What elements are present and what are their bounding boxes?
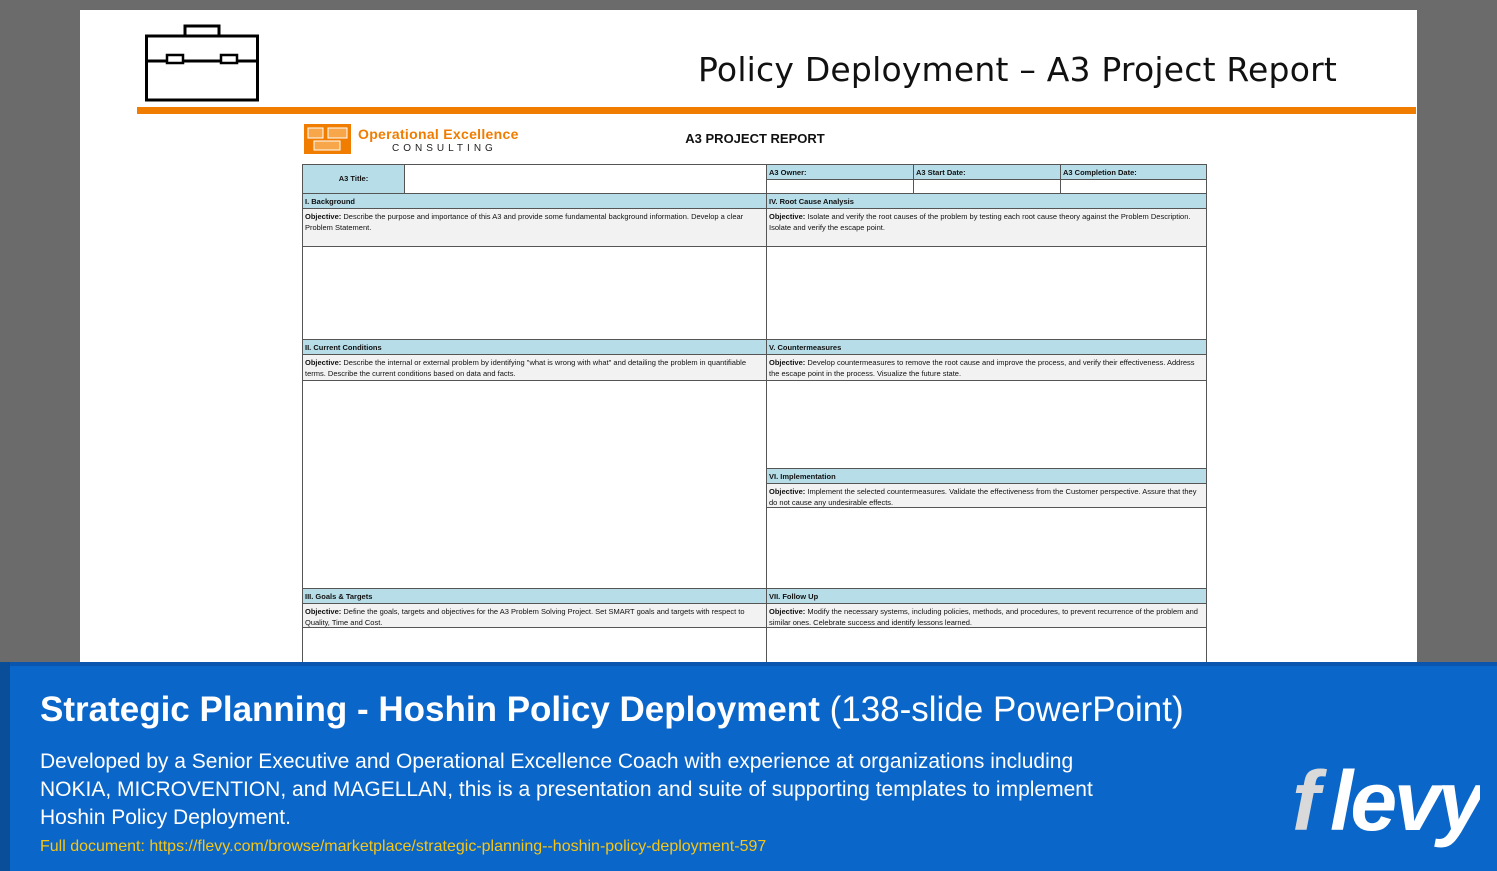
product-title-main: Strategic Planning - Hoshin Policy Deplo… [40, 690, 820, 729]
slide: Policy Deployment – A3 Project Report Op… [80, 10, 1417, 665]
objective-text: Describe the purpose and importance of t… [305, 212, 744, 232]
objective-label: Objective: [769, 487, 806, 496]
a3-completion-date-field[interactable] [1060, 179, 1207, 194]
slide-title: Policy Deployment – A3 Project Report [698, 50, 1337, 89]
section-countermeasures-objective: Objective: Develop countermeasures to re… [766, 354, 1207, 381]
logo-mark [304, 124, 351, 154]
section-implementation-body[interactable] [766, 507, 1207, 589]
section-implementation-header: VI. Implementation [766, 468, 1207, 484]
a3-owner-field[interactable] [766, 179, 914, 194]
objective-label: Objective: [305, 212, 342, 221]
objective-text: Isolate and verify the root causes of th… [769, 212, 1191, 232]
full-document-link[interactable]: Full document: https://flevy.com/browse/… [40, 838, 766, 856]
logo-text-secondary: CONSULTING [392, 143, 497, 154]
section-root-cause-body[interactable] [766, 246, 1207, 340]
section-current-header: II. Current Conditions [302, 339, 767, 355]
section-countermeasures-body[interactable] [766, 380, 1207, 469]
section-background-objective: Objective: Describe the purpose and impo… [302, 208, 767, 247]
section-root-cause-header: IV. Root Cause Analysis [766, 193, 1207, 209]
report-heading: A3 PROJECT REPORT [685, 131, 825, 146]
section-goals-header: III. Goals & Targets [302, 588, 767, 604]
section-root-cause-objective: Objective: Isolate and verify the root c… [766, 208, 1207, 247]
section-background-body[interactable] [302, 246, 767, 340]
a3-completion-date-label: A3 Completion Date: [1060, 164, 1207, 180]
logo-text-primary: Operational Excellence [358, 126, 519, 142]
a3-start-date-label: A3 Start Date: [913, 164, 1061, 180]
briefcase-icon [145, 24, 259, 102]
section-countermeasures-header: V. Countermeasures [766, 339, 1207, 355]
section-implementation-objective: Objective: Implement the selected counte… [766, 483, 1207, 508]
section-goals-objective: Objective: Define the goals, targets and… [302, 603, 767, 628]
objective-text: Modify the necessary systems, including … [769, 607, 1198, 627]
objective-label: Objective: [305, 358, 342, 367]
a3-title-field[interactable] [404, 164, 767, 194]
section-follow-up-objective: Objective: Modify the necessary systems,… [766, 603, 1207, 628]
objective-text: Define the goals, targets and objectives… [305, 607, 745, 627]
section-background-header: I. Background [302, 193, 767, 209]
company-logo: Operational Excellence CONSULTING [304, 124, 554, 158]
banner-top-border [0, 662, 1497, 666]
product-description: Developed by a Senior Executive and Oper… [40, 750, 1093, 829]
product-title: Strategic Planning - Hoshin Policy Deplo… [40, 690, 1184, 730]
svg-text:f: f [1292, 754, 1327, 848]
objective-label: Objective: [305, 607, 342, 616]
a3-start-date-field[interactable] [913, 179, 1061, 194]
objective-label: Objective: [769, 607, 806, 616]
product-banner: Strategic Planning - Hoshin Policy Deplo… [0, 662, 1497, 871]
title-divider [137, 107, 1416, 114]
objective-text: Describe the internal or external proble… [305, 358, 746, 378]
a3-owner-label: A3 Owner: [766, 164, 914, 180]
objective-label: Objective: [769, 358, 806, 367]
product-title-format: (138-slide PowerPoint) [829, 690, 1184, 729]
section-follow-up-body[interactable] [766, 627, 1207, 665]
section-follow-up-header: VII. Follow Up [766, 588, 1207, 604]
svg-text:levy: levy [1330, 754, 1480, 848]
section-goals-body[interactable] [302, 627, 767, 665]
section-current-objective: Objective: Describe the internal or exte… [302, 354, 767, 381]
objective-label: Objective: [769, 212, 806, 221]
objective-text: Implement the selected countermeasures. … [769, 487, 1197, 507]
banner-left-edge [0, 662, 10, 871]
objective-text: Develop countermeasures to remove the ro… [769, 358, 1195, 378]
a3-title-label: A3 Title: [302, 164, 405, 194]
section-current-body[interactable] [302, 380, 767, 589]
flevy-logo[interactable]: f levy [1290, 754, 1480, 854]
a3-report-grid: A3 Title: A3 Owner: A3 Start Date: A3 Co… [302, 164, 1207, 665]
